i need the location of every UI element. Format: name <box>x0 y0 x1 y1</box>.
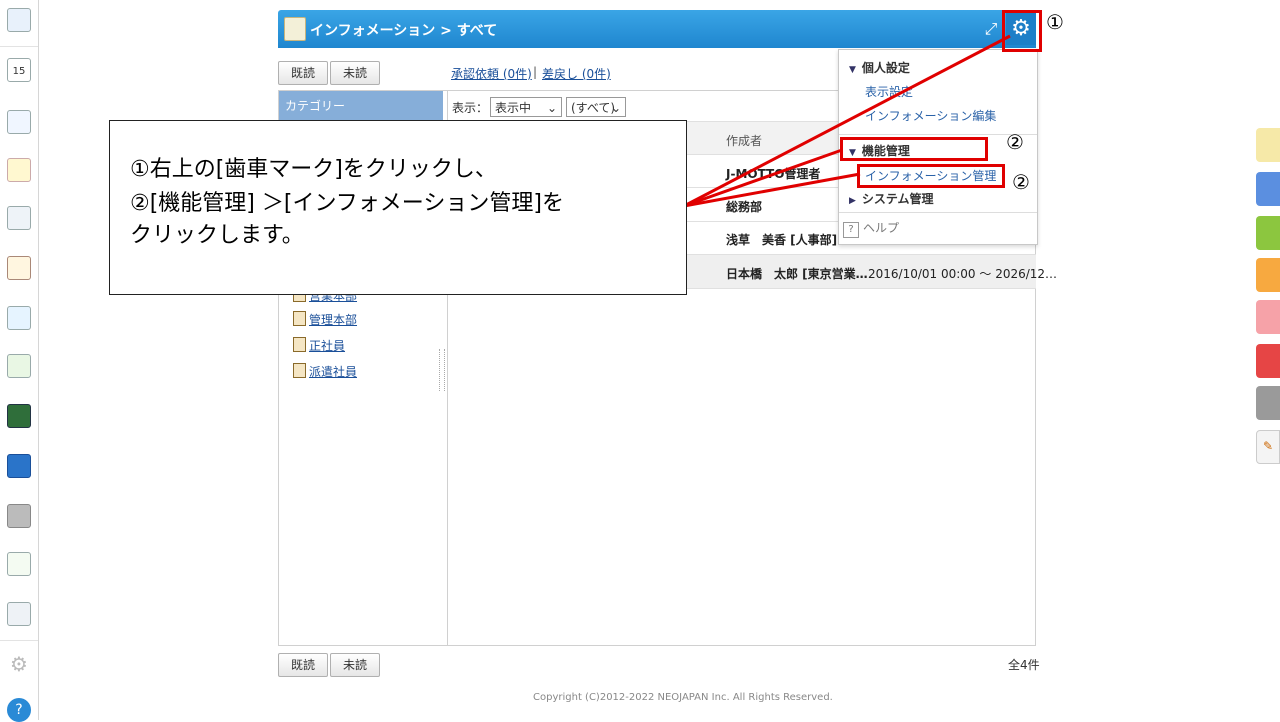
info-mgmt-highlight-box <box>857 164 1005 188</box>
callout-line: クリックします。 <box>130 223 304 248</box>
copyright-text: Copyright (C)2012-2022 NEOJAPAN Inc. All… <box>533 692 833 703</box>
step-marker-1: ① <box>1046 10 1064 34</box>
step-marker-2: ② <box>1012 170 1030 194</box>
callout-line: ②[機能管理] ＞[インフォメーション管理]を <box>130 191 564 216</box>
callout-line: ①右上の[歯車マーク]をクリックし、 <box>130 157 497 182</box>
total-count: 全4件 <box>1008 658 1040 672</box>
gear-highlight-box <box>1002 10 1042 52</box>
annotation-arrows <box>683 34 1011 208</box>
arrow-to-info-mgmt <box>683 172 861 208</box>
step-marker-2: ② <box>1006 130 1024 154</box>
read-button[interactable]: 既読 <box>278 653 328 677</box>
function-mgmt-highlight-box <box>840 137 988 161</box>
instruction-callout: ①右上の[歯車マーク]をクリックし、 ②[機能管理] ＞[インフォメーション管理… <box>109 120 687 295</box>
arrow-to-function-mgmt <box>683 148 843 208</box>
unread-button[interactable]: 未読 <box>330 653 380 677</box>
